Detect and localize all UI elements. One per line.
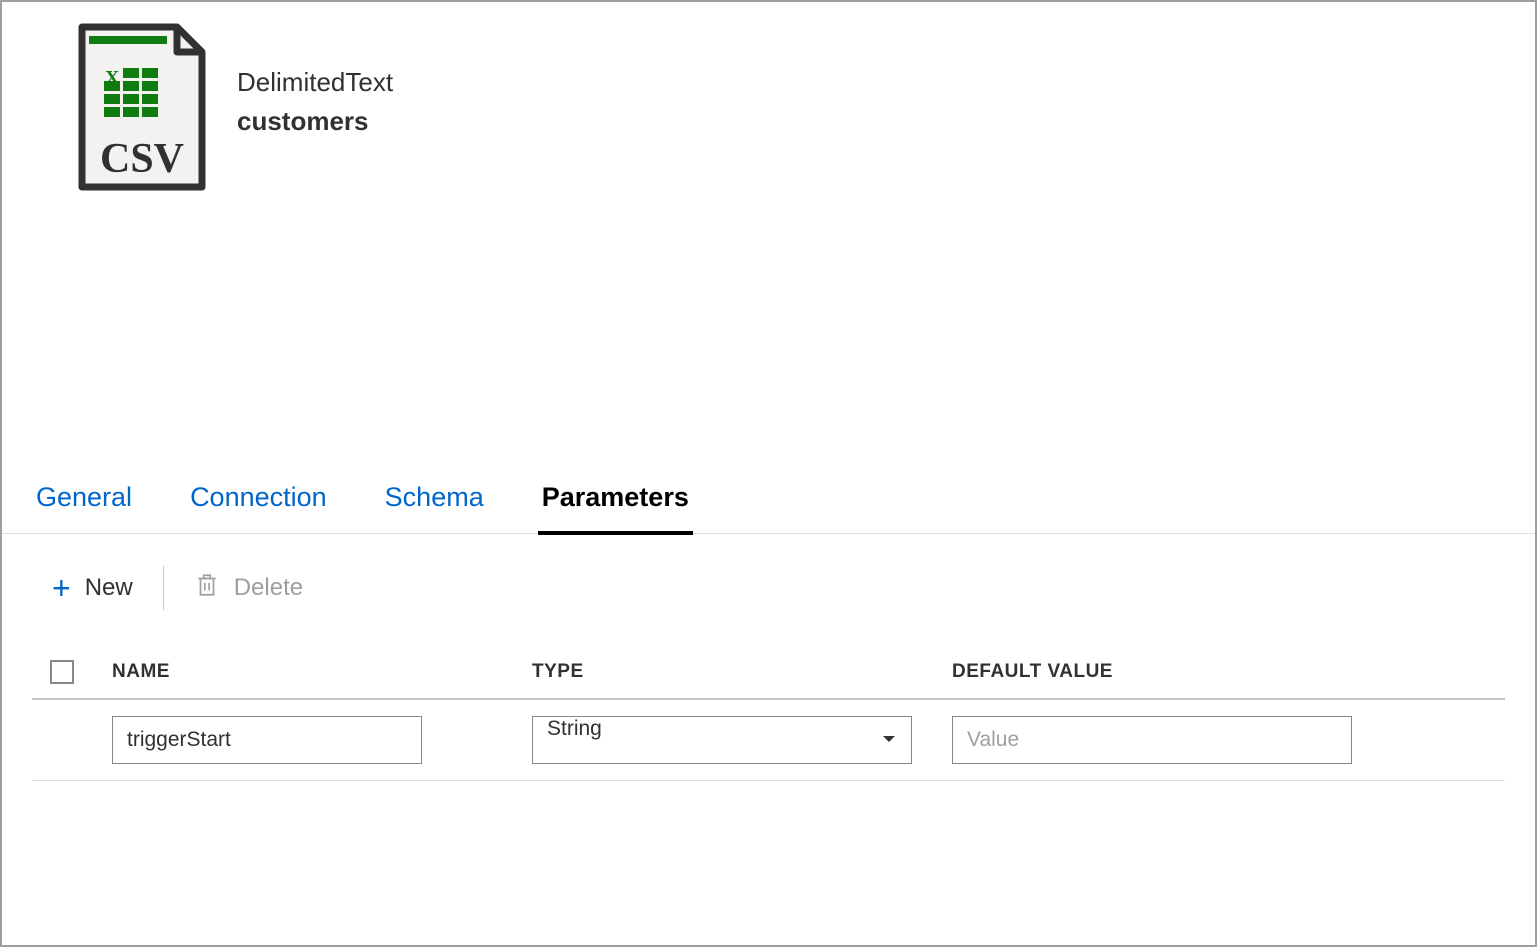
table-row: String — [32, 700, 1505, 781]
trash-icon — [194, 572, 220, 605]
new-button-label: New — [85, 574, 133, 602]
tab-parameters[interactable]: Parameters — [538, 472, 693, 535]
new-button[interactable]: + New — [52, 572, 133, 604]
dataset-header: X CSV DelimitedText cust — [77, 22, 1505, 192]
select-all-checkbox[interactable] — [50, 660, 74, 684]
svg-text:CSV: CSV — [100, 136, 184, 182]
column-header-type: TYPE — [532, 661, 952, 683]
dataset-info: DelimitedText customers — [237, 22, 393, 137]
dataset-header-area: X CSV DelimitedText cust — [2, 2, 1535, 472]
toolbar-separator — [163, 566, 164, 610]
parameters-table: NAME TYPE DEFAULT VALUE String — [2, 646, 1535, 781]
csv-file-icon: X CSV — [77, 22, 207, 192]
tabs-container: General Connection Schema Parameters — [2, 472, 1535, 534]
plus-icon: + — [52, 572, 71, 604]
delete-button[interactable]: Delete — [194, 572, 303, 605]
tab-general[interactable]: General — [32, 472, 136, 535]
parameter-name-input[interactable] — [112, 716, 422, 764]
table-header: NAME TYPE DEFAULT VALUE — [32, 646, 1505, 700]
column-header-default: DEFAULT VALUE — [952, 661, 1505, 683]
delete-button-label: Delete — [234, 574, 303, 602]
tab-schema[interactable]: Schema — [381, 472, 488, 535]
parameter-type-select[interactable]: String — [532, 716, 912, 764]
parameter-default-input[interactable] — [952, 716, 1352, 764]
parameters-toolbar: + New Delete — [2, 534, 1535, 646]
dataset-name-label: customers — [237, 106, 393, 137]
tab-connection[interactable]: Connection — [186, 472, 331, 535]
column-header-name: NAME — [112, 661, 532, 683]
dataset-type-label: DelimitedText — [237, 67, 393, 98]
